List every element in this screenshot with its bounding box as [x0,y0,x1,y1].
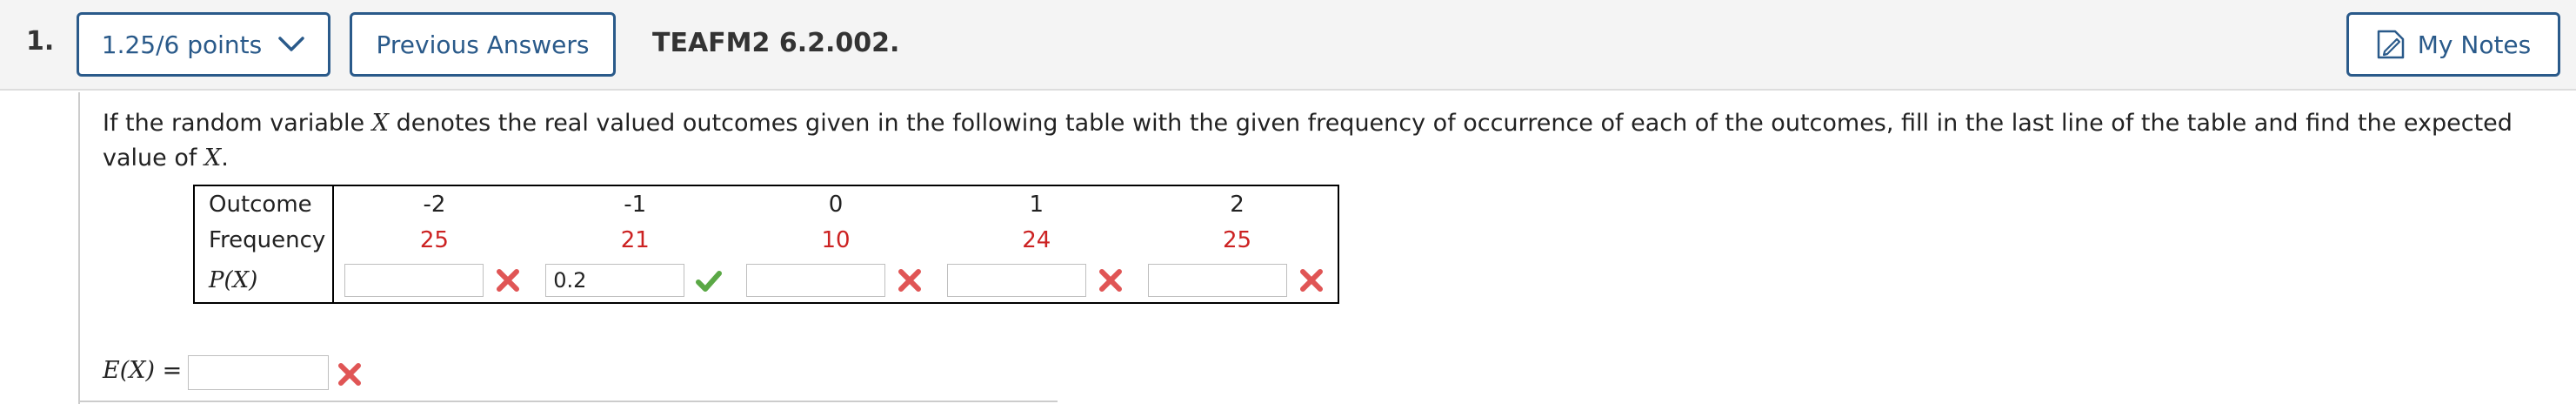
probability-row-label: P(X) [194,259,334,303]
outcome-cell: 2 [1230,191,1245,218]
frequency-cell: 25 [419,227,449,253]
probability-input[interactable] [946,264,1086,297]
outcome-cell: 0 [828,191,844,218]
previous-answers-button[interactable]: Previous Answers [350,12,616,77]
x-icon [1098,269,1122,292]
notes-icon [2377,30,2404,59]
x-icon [1299,269,1323,292]
x-icon [497,269,520,292]
outcome-cell: -2 [423,191,446,218]
probability-input[interactable] [1147,264,1287,297]
frequency-cell: 21 [620,227,650,253]
probability-row: P(X) [194,259,1338,303]
chevron-down-icon [278,37,304,51]
frequency-row: Frequency 25 21 10 24 25 [194,222,1338,259]
content-left-rule [78,92,80,404]
my-notes-button[interactable]: My Notes [2346,12,2560,77]
probability-input[interactable] [545,264,685,297]
probability-input[interactable] [344,264,484,297]
probability-cell [535,259,736,303]
frequency-row-label: Frequency [194,222,334,259]
outcome-row: Outcome -2 -1 0 1 2 [194,185,1338,222]
outcome-cell: 1 [1029,191,1044,218]
check-icon [696,271,723,292]
question-header: 1. 1.25/6 points Previous Answers TEAFM2… [0,0,2576,91]
distribution-table: Outcome -2 -1 0 1 2 Frequency 25 21 10 2… [193,185,1339,304]
outcome-cell: -1 [624,191,647,218]
probability-cell [736,259,937,303]
expected-value-label: E(X) = [103,357,183,384]
frequency-cell: 10 [821,227,851,253]
frequency-cell: 25 [1223,227,1252,253]
my-notes-label: My Notes [2417,30,2532,59]
probability-cell [333,259,535,303]
prompt-variable: X [371,110,389,137]
question-prompt: If the random variable X denotes the rea… [103,110,2513,172]
outcome-row-label: Outcome [194,185,334,222]
points-dropdown-button[interactable]: 1.25/6 points [77,12,330,77]
bottom-divider [78,401,1058,402]
expected-value-input[interactable] [188,355,329,390]
probability-cell [936,259,1137,303]
prompt-variable-end: X [204,145,222,172]
question-id: TEAFM2 6.2.002. [652,28,900,58]
probability-cell [1137,259,1338,303]
points-label: 1.25/6 points [101,30,263,59]
x-icon [898,269,921,292]
x-icon [338,363,361,386]
probability-input[interactable] [745,264,885,297]
question-number: 1. [26,26,55,57]
frequency-cell: 24 [1022,227,1051,253]
